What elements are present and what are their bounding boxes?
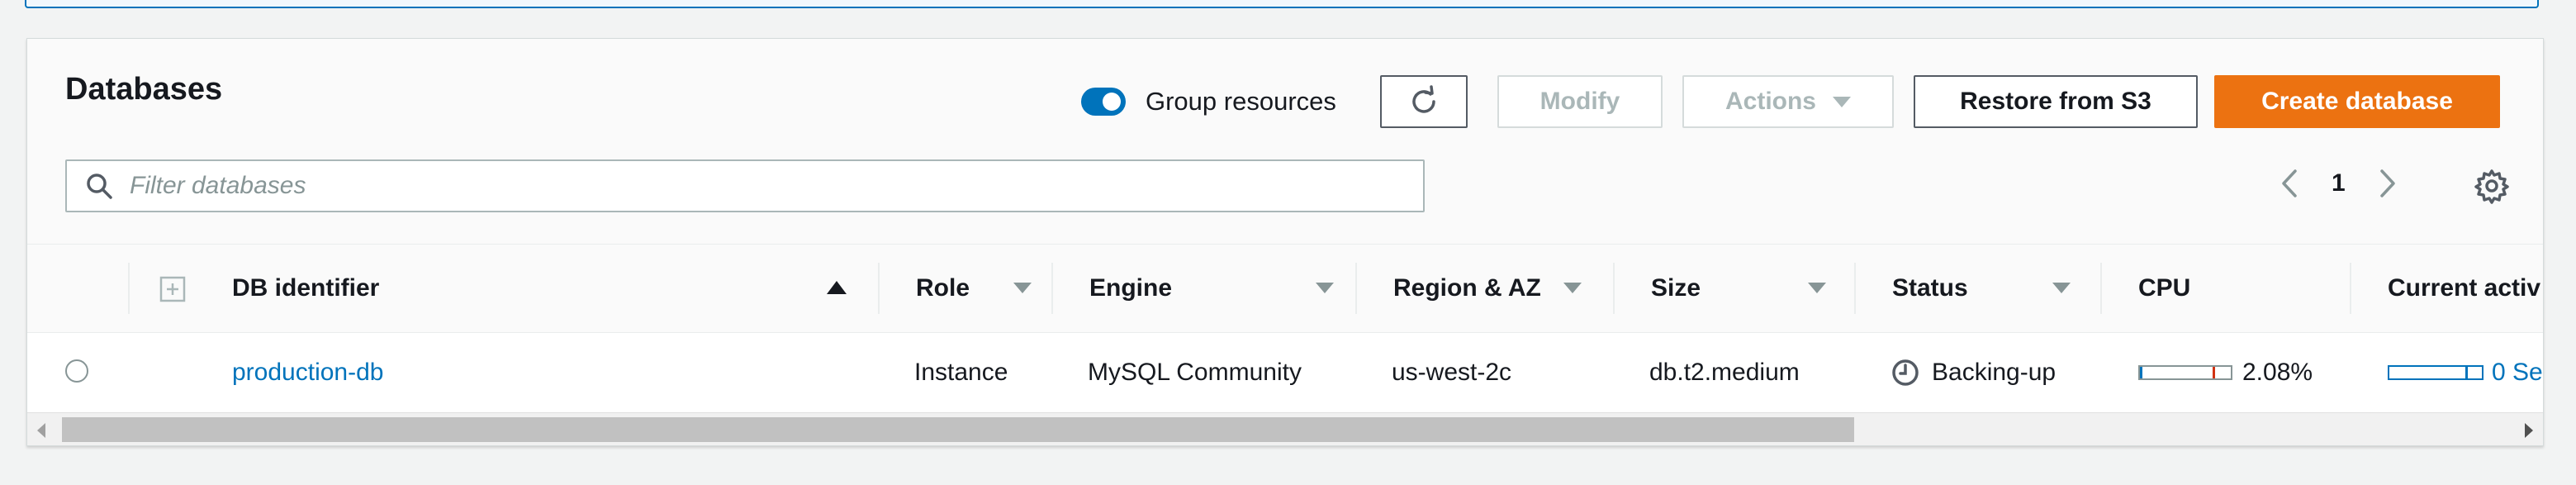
sort-icon xyxy=(1316,283,1334,293)
scroll-right-arrow-icon[interactable] xyxy=(2525,423,2533,438)
actions-button[interactable]: Actions xyxy=(1682,75,1894,128)
current-activity-cell: 0 Ses xyxy=(2388,333,2543,412)
cpu-utilization-bar xyxy=(2138,365,2232,380)
expand-all-icon[interactable] xyxy=(159,276,186,302)
restore-from-s3-button[interactable]: Restore from S3 xyxy=(1914,75,2198,128)
row-select-radio[interactable] xyxy=(65,359,88,383)
caret-down-icon xyxy=(1833,96,1851,107)
activity-bar xyxy=(2388,365,2483,380)
refresh-button[interactable] xyxy=(1380,75,1468,128)
cpu-threshold-marker xyxy=(2213,367,2215,378)
cpu-value: 2.08% xyxy=(2242,359,2313,386)
table-row[interactable]: production-db Instance MySQL Community u… xyxy=(27,333,2543,412)
group-resources-label: Group resources xyxy=(1146,87,1336,116)
column-region-az[interactable]: Region & AZ xyxy=(1355,245,1613,332)
db-identifier-link[interactable]: production-db xyxy=(232,333,383,412)
scroll-left-arrow-icon[interactable] xyxy=(37,423,45,438)
refresh-icon xyxy=(1412,85,1435,113)
info-banner-edge xyxy=(25,0,2539,8)
toggle-switch[interactable] xyxy=(1081,88,1126,116)
column-engine[interactable]: Engine xyxy=(1051,245,1357,332)
filter-input[interactable] xyxy=(128,171,1370,201)
cpu-utilization-fill xyxy=(2140,367,2142,378)
sort-icon xyxy=(2052,283,2071,293)
column-status[interactable]: Status xyxy=(1854,245,2100,332)
column-db-identifier[interactable]: DB identifier xyxy=(232,245,871,332)
cpu-cell: 2.08% xyxy=(2138,333,2313,412)
search-icon xyxy=(87,174,112,199)
status-text: Backing-up xyxy=(1932,359,2057,386)
table-header: DB identifier Role Engine Region & AZ Si… xyxy=(27,244,2543,333)
group-resources-toggle[interactable]: Group resources xyxy=(1081,87,1336,116)
sort-icon xyxy=(1808,283,1826,293)
clock-icon xyxy=(1892,359,1919,386)
scrollbar-thumb[interactable] xyxy=(62,417,1854,442)
column-role[interactable]: Role xyxy=(878,245,1051,332)
column-current-activity[interactable]: Current activ xyxy=(2350,245,2543,332)
actions-label: Actions xyxy=(1724,88,1816,115)
engine-cell: MySQL Community xyxy=(1088,359,1302,386)
column-cpu[interactable]: CPU xyxy=(2100,245,2350,332)
column-size[interactable]: Size xyxy=(1613,245,1854,332)
pagination: 1 xyxy=(2274,163,2403,204)
gear-icon[interactable] xyxy=(2474,168,2510,204)
sort-icon xyxy=(1563,283,1582,293)
page-title: Databases xyxy=(65,72,223,107)
sort-ascending-icon xyxy=(827,281,847,294)
chevron-right-icon[interactable] xyxy=(2370,163,2403,204)
current-page[interactable]: 1 xyxy=(2332,169,2346,197)
sessions-link[interactable]: 0 Ses xyxy=(2492,359,2543,387)
region-az-cell: us-west-2c xyxy=(1392,359,1512,386)
chevron-left-icon[interactable] xyxy=(2274,163,2307,204)
filter-box[interactable] xyxy=(65,159,1425,212)
databases-panel: Databases Group resources Modify Actions… xyxy=(26,38,2544,446)
modify-button[interactable]: Modify xyxy=(1497,75,1663,128)
size-cell: db.t2.medium xyxy=(1649,359,1800,386)
create-database-button[interactable]: Create database xyxy=(2214,75,2500,128)
horizontal-scrollbar[interactable] xyxy=(27,412,2543,445)
sort-icon xyxy=(1013,283,1032,293)
role-cell: Instance xyxy=(914,359,1008,386)
status-cell: Backing-up xyxy=(1890,333,2056,412)
